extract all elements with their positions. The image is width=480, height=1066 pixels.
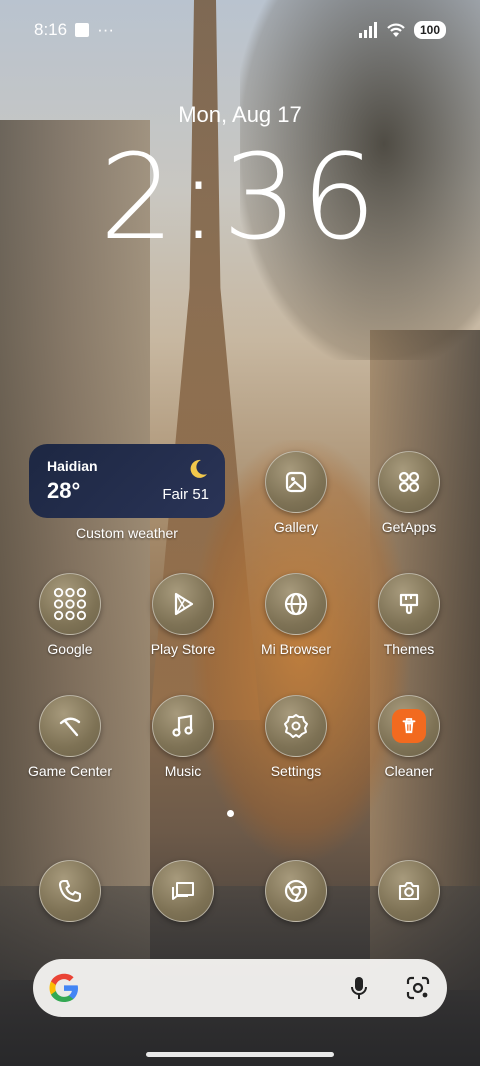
weather-widget-label: Custom weather	[76, 525, 178, 541]
battery-indicator: 100	[413, 21, 446, 39]
brush-icon	[399, 593, 419, 615]
google-search-bar[interactable]	[33, 959, 447, 1017]
camera-icon	[398, 881, 420, 901]
app-label: GetApps	[381, 519, 437, 535]
app-play-store[interactable]: Play Store	[138, 573, 228, 683]
app-settings[interactable]: Settings	[251, 695, 341, 805]
app-game-center[interactable]: Game Center	[25, 695, 115, 805]
weather-widget[interactable]: Haidian 28° Fair 51	[29, 444, 225, 518]
app-label: Game Center	[27, 763, 113, 779]
app-label: Themes	[383, 641, 435, 657]
dock-camera[interactable]	[364, 860, 454, 922]
app-label: Cleaner	[384, 763, 434, 779]
app-label: Mi Browser	[260, 641, 331, 657]
messages-icon	[172, 882, 194, 900]
play-store-icon	[174, 592, 194, 616]
weather-city: Haidian	[47, 458, 98, 474]
app-getapps[interactable]: GetApps	[364, 451, 454, 561]
status-bar: 8:16 ··· 100	[34, 18, 446, 42]
signal-icon	[358, 22, 377, 38]
wifi-icon	[387, 23, 405, 37]
gear-icon	[284, 714, 308, 738]
home-indicator[interactable]	[146, 1052, 334, 1057]
app-label: Play Store	[150, 641, 216, 657]
weather-temperature: 28°	[47, 478, 81, 503]
trash-icon	[402, 718, 416, 734]
google-g-icon	[49, 973, 78, 1002]
app-gallery[interactable]: Gallery	[251, 451, 341, 561]
weather-condition: Fair 51	[162, 486, 209, 503]
chrome-icon	[284, 879, 308, 903]
app-themes[interactable]: Themes	[364, 573, 454, 683]
app-mi-browser[interactable]: Mi Browser	[251, 573, 341, 683]
gallery-icon	[285, 471, 307, 493]
lockscreen-clock: 2:36	[99, 128, 381, 266]
app-music[interactable]: Music	[138, 695, 228, 805]
status-time: 8:16	[34, 20, 68, 39]
google-folder-icon	[53, 587, 87, 621]
dock-phone[interactable]	[25, 860, 115, 922]
moon-icon	[190, 459, 207, 478]
app-google-folder[interactable]: Google	[25, 573, 115, 683]
cleaner-badge	[392, 709, 426, 743]
microphone-icon[interactable]	[347, 975, 371, 1001]
page-indicator-dot	[227, 810, 234, 817]
app-label: Gallery	[273, 519, 319, 535]
app-label: Google	[47, 641, 93, 657]
music-note-icon	[172, 714, 193, 737]
app-cleaner[interactable]: Cleaner	[364, 695, 454, 805]
app-label: Settings	[270, 763, 322, 779]
google-lens-icon[interactable]	[405, 975, 431, 1001]
lockscreen-date: Mon, Aug 17	[178, 102, 302, 127]
phone-icon	[58, 879, 82, 903]
globe-icon	[284, 592, 308, 616]
notification-square-icon	[75, 23, 90, 37]
dock-messages[interactable]	[138, 860, 228, 922]
app-label: Music	[164, 763, 202, 779]
game-center-icon	[59, 717, 81, 737]
dock-chrome[interactable]	[251, 860, 341, 922]
getapps-icon	[398, 471, 420, 493]
more-notifications-icon: ···	[97, 20, 115, 39]
